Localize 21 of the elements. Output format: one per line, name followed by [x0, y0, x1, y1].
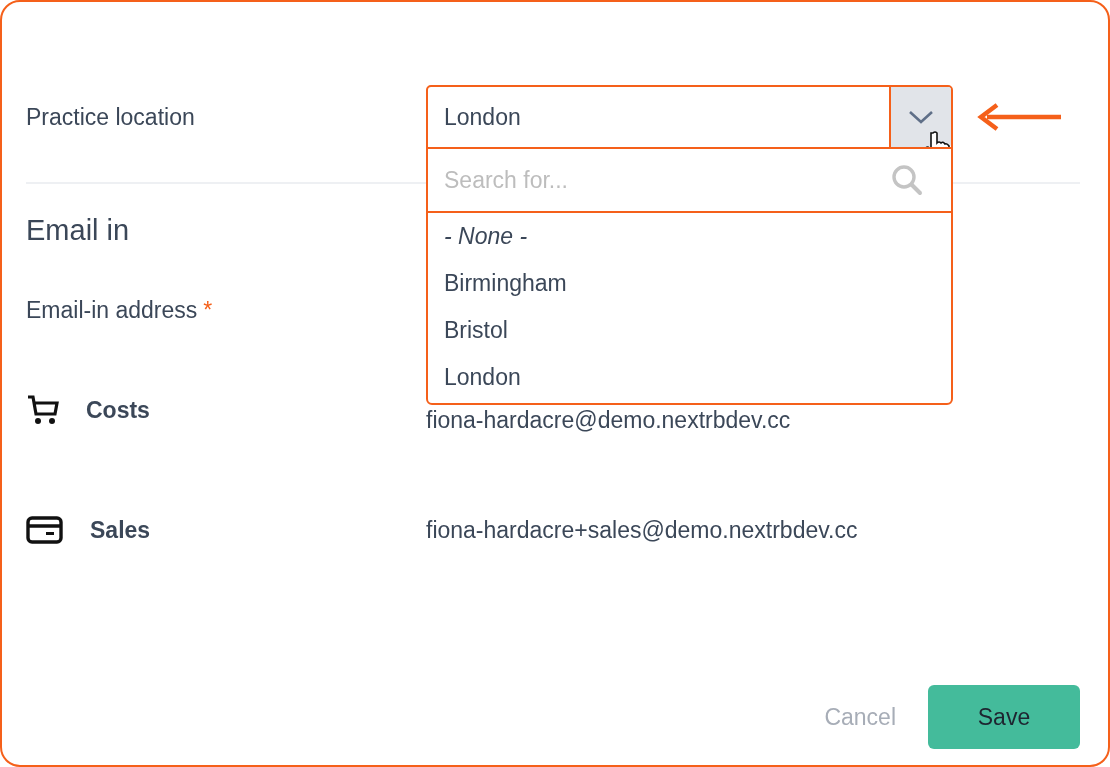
required-mark: * — [203, 297, 213, 324]
cart-icon — [26, 394, 60, 426]
chevron-down-icon — [908, 110, 934, 124]
mailbox-name: Sales — [90, 516, 151, 544]
save-button[interactable]: Save — [928, 685, 1080, 749]
search-icon — [891, 164, 923, 196]
credit-card-icon — [26, 515, 64, 545]
search-input[interactable]: Search for... — [444, 166, 891, 194]
field-label: Email-in address — [26, 297, 198, 324]
field-label: Practice location — [26, 103, 196, 131]
search-field[interactable]: Search for... — [428, 149, 951, 213]
dropdown-option[interactable]: Bristol — [428, 307, 951, 354]
dropdown-toggle[interactable] — [889, 87, 951, 147]
section-heading: Email in — [26, 214, 130, 247]
dropdown-option[interactable]: - None - — [428, 213, 951, 260]
dropdown-option[interactable]: Birmingham — [428, 260, 951, 307]
dropdown-option[interactable]: London — [428, 354, 951, 401]
pointer-arrow-icon — [977, 102, 1063, 132]
mailbox-name: Costs — [86, 396, 150, 424]
email-address: fiona-hardacre@demo.nextrbdev.cc — [426, 406, 791, 434]
email-address: fiona-hardacre+sales@demo.nextrbdev.cc — [426, 516, 858, 544]
